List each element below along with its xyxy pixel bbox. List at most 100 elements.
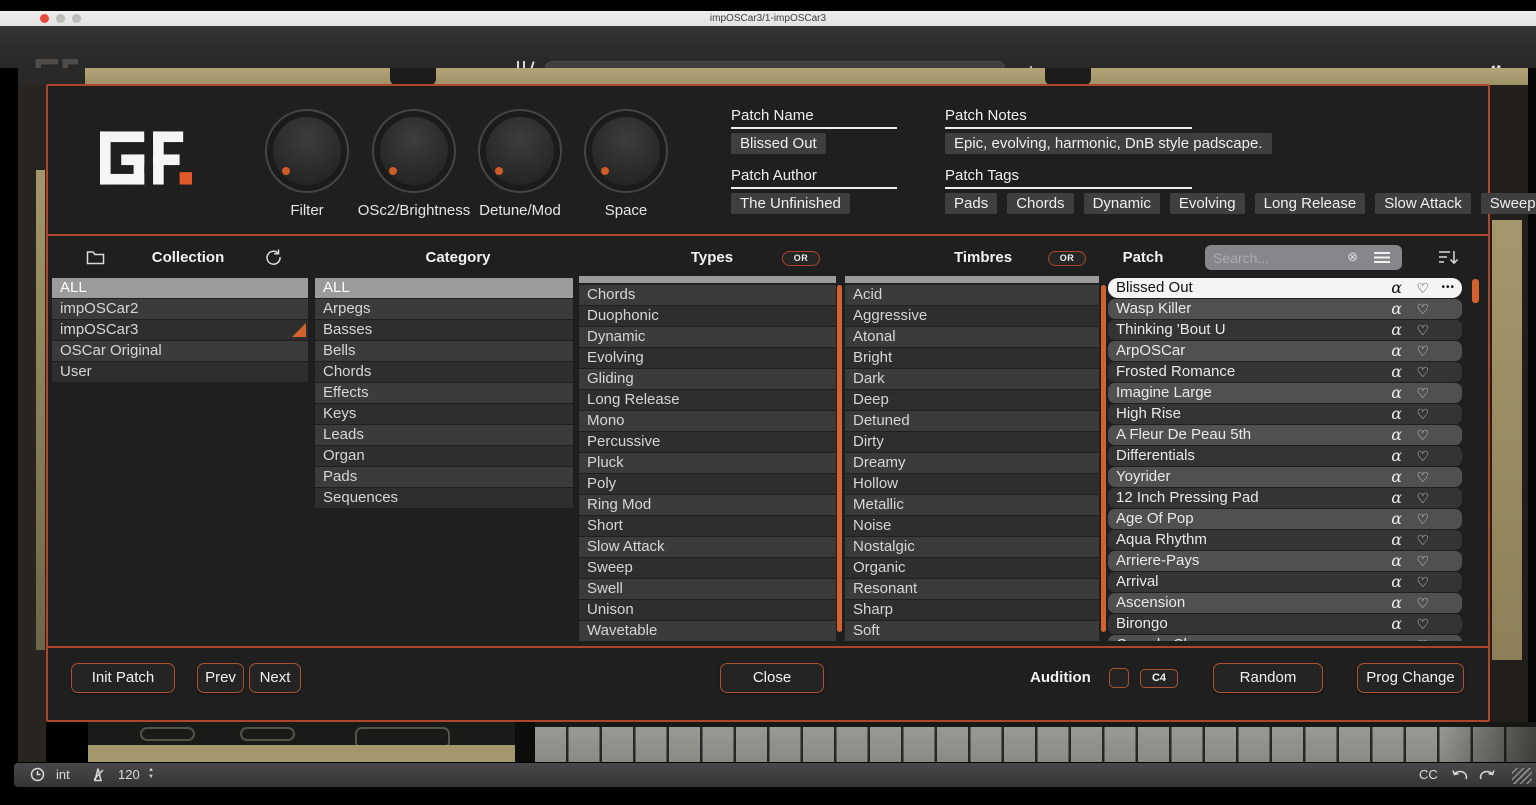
favorite-heart-icon[interactable]: ♡ — [1416, 446, 1429, 466]
audition-checkbox[interactable] — [1109, 668, 1129, 688]
folder-icon[interactable] — [86, 250, 105, 265]
redo-icon[interactable] — [1479, 768, 1496, 782]
type-row[interactable]: Short — [579, 516, 836, 536]
favorite-heart-icon[interactable]: ♡ — [1416, 425, 1429, 445]
patch-tag-chip[interactable]: Chords — [1007, 193, 1073, 214]
patch-tag-chip[interactable]: Long Release — [1255, 193, 1366, 214]
category-row[interactable]: Sequences — [315, 488, 573, 508]
alpha-badge-icon[interactable]: α — [1391, 320, 1402, 340]
sort-icon[interactable] — [1438, 249, 1459, 266]
search-clear-icon[interactable]: ⊗ — [1347, 249, 1358, 265]
type-row[interactable]: Slow Attack — [579, 537, 836, 557]
category-row[interactable]: Leads — [315, 425, 573, 445]
type-row[interactable]: Mono — [579, 411, 836, 431]
type-row[interactable]: Dynamic — [579, 327, 836, 347]
alpha-badge-icon[interactable]: α — [1391, 467, 1402, 487]
audition-note-button[interactable]: C4 — [1140, 669, 1178, 688]
timbre-row[interactable]: Dreamy — [845, 453, 1099, 473]
alpha-badge-icon[interactable]: α — [1391, 572, 1402, 592]
types-scrollbar[interactable] — [837, 285, 842, 632]
alpha-badge-icon[interactable]: α — [1391, 635, 1402, 641]
patch-row[interactable]: Wasp Killer α ♡ ••• — [1108, 299, 1462, 319]
patch-tag-chip[interactable]: Pads — [945, 193, 997, 214]
prev-button[interactable]: Prev — [197, 663, 244, 693]
collection-row[interactable]: User — [52, 362, 308, 382]
type-row[interactable]: Chords — [579, 285, 836, 305]
alpha-badge-icon[interactable]: α — [1391, 425, 1402, 445]
timbre-row[interactable]: Dark — [845, 369, 1099, 389]
patch-row[interactable]: Canada Chuggers α ♡ ••• — [1108, 635, 1462, 641]
category-row[interactable]: Bells — [315, 341, 573, 361]
category-row[interactable]: ALL — [315, 278, 573, 298]
type-row[interactable]: Pluck — [579, 453, 836, 473]
collection-row[interactable]: impOSCar3 — [52, 320, 308, 340]
favorite-heart-icon[interactable]: ♡ — [1416, 509, 1429, 529]
types-or-toggle[interactable]: OR — [782, 251, 820, 266]
type-row[interactable]: Percussive — [579, 432, 836, 452]
cc-toggle[interactable]: CC — [1419, 767, 1438, 782]
init-patch-button[interactable]: Init Patch — [71, 663, 175, 693]
more-options-icon[interactable]: ••• — [1441, 278, 1455, 298]
collection-row[interactable]: ALL — [52, 278, 308, 298]
favorite-heart-icon[interactable]: ♡ — [1416, 530, 1429, 550]
piano-keyboard[interactable] — [535, 722, 1536, 762]
favorite-heart-icon[interactable]: ♡ — [1416, 404, 1429, 424]
patch-row[interactable]: A Fleur De Peau 5th α ♡ ••• — [1108, 425, 1462, 445]
collection-row[interactable]: impOSCar2 — [52, 299, 308, 319]
timbre-row[interactable]: Dirty — [845, 432, 1099, 452]
type-row[interactable]: Sweep — [579, 558, 836, 578]
alpha-badge-icon[interactable]: α — [1391, 614, 1402, 634]
timbre-row[interactable]: Metallic — [845, 495, 1099, 515]
alpha-badge-icon[interactable]: α — [1391, 593, 1402, 613]
patch-row[interactable]: Yoyrider α ♡ ••• — [1108, 467, 1462, 487]
type-row[interactable]: Swell — [579, 579, 836, 599]
patch-row[interactable]: Ascension α ♡ ••• — [1108, 593, 1462, 613]
favorite-heart-icon[interactable]: ♡ — [1416, 551, 1429, 571]
alpha-badge-icon[interactable]: α — [1391, 551, 1402, 571]
timbre-row[interactable]: Deep — [845, 390, 1099, 410]
timbre-row[interactable]: Soft — [845, 621, 1099, 641]
category-row[interactable]: Arpegs — [315, 299, 573, 319]
alpha-badge-icon[interactable]: α — [1391, 383, 1402, 403]
timbre-row[interactable]: Aggressive — [845, 306, 1099, 326]
prog-change-button[interactable]: Prog Change — [1357, 663, 1464, 693]
timbre-row[interactable]: Acid — [845, 285, 1099, 305]
patch-tag-chip[interactable]: Evolving — [1170, 193, 1245, 214]
tempo-down-icon[interactable]: ▼ — [148, 775, 154, 780]
alpha-badge-icon[interactable]: α — [1391, 299, 1402, 319]
type-row[interactable]: Wavetable — [579, 621, 836, 641]
patch-row[interactable]: Blissed Out α ♡ ••• — [1108, 278, 1462, 298]
patch-row[interactable]: Age Of Pop α ♡ ••• — [1108, 509, 1462, 529]
search-input[interactable] — [1213, 245, 1333, 270]
type-row[interactable]: Poly — [579, 474, 836, 494]
category-row[interactable]: Chords — [315, 362, 573, 382]
timbre-row[interactable]: Detuned — [845, 411, 1099, 431]
favorite-heart-icon[interactable]: ♡ — [1416, 341, 1429, 361]
patch-row[interactable]: Frosted Romance α ♡ ••• — [1108, 362, 1462, 382]
types-scrolled-all-row[interactable] — [579, 276, 836, 283]
timbres-scrolled-all-row[interactable] — [845, 276, 1099, 283]
favorite-heart-icon[interactable]: ♡ — [1416, 467, 1429, 487]
space-knob[interactable] — [584, 109, 668, 193]
timbre-row[interactable]: Resonant — [845, 579, 1099, 599]
filter-knob[interactable] — [265, 109, 349, 193]
patch-scrollbar[interactable] — [1472, 279, 1479, 303]
alpha-badge-icon[interactable]: α — [1391, 278, 1402, 298]
patch-tag-chip[interactable]: Sweep — [1481, 193, 1536, 214]
patch-row[interactable]: Thinking 'Bout U α ♡ ••• — [1108, 320, 1462, 340]
timbre-row[interactable]: Organic — [845, 558, 1099, 578]
patch-row[interactable]: ArpOSCar α ♡ ••• — [1108, 341, 1462, 361]
favorite-heart-icon[interactable]: ♡ — [1416, 362, 1429, 382]
patch-tag-chip[interactable]: Slow Attack — [1375, 193, 1471, 214]
favorite-heart-icon[interactable]: ♡ — [1416, 572, 1429, 592]
sync-mode[interactable]: int — [56, 767, 70, 782]
timbre-row[interactable]: Sharp — [845, 600, 1099, 620]
favorite-heart-icon[interactable]: ♡ — [1416, 614, 1429, 634]
close-button[interactable]: Close — [720, 663, 824, 693]
type-row[interactable]: Long Release — [579, 390, 836, 410]
alpha-badge-icon[interactable]: α — [1391, 530, 1402, 550]
patch-row[interactable]: Birongo α ♡ ••• — [1108, 614, 1462, 634]
favorite-heart-icon[interactable]: ♡ — [1416, 488, 1429, 508]
search-menu-icon[interactable] — [1374, 252, 1390, 263]
collection-row[interactable]: OSCar Original — [52, 341, 308, 361]
